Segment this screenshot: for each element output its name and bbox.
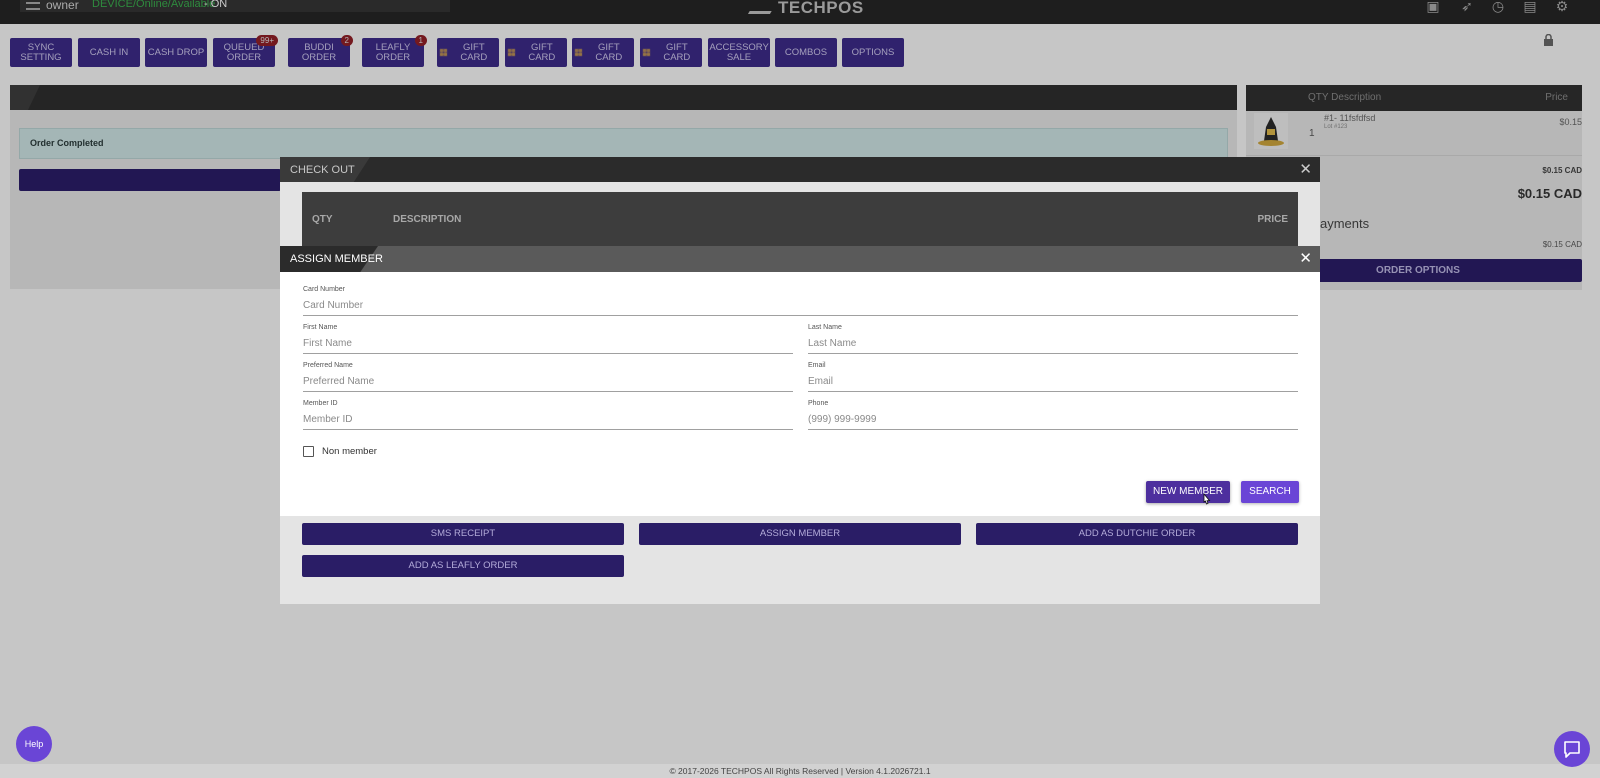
first-name-field: First Name	[303, 324, 793, 354]
new-member-button[interactable]: NEW MEMBER	[1146, 481, 1230, 503]
connection-status: DEVICE/Online/Available	[92, 0, 216, 10]
calendar-icon[interactable]: ▤	[1522, 0, 1538, 13]
user-name: owner	[46, 0, 79, 12]
assign-member-button[interactable]: ASSIGN MEMBER	[639, 523, 961, 545]
field-label: Card Number	[303, 286, 346, 293]
app-logo: TECHPOS	[778, 0, 864, 17]
sms-receipt-button[interactable]: SMS RECEIPT	[302, 523, 624, 545]
preferred-name-field: Preferred Name	[303, 362, 793, 392]
email-field: Email	[808, 362, 1298, 392]
email-input[interactable]	[808, 372, 1298, 392]
chat-button[interactable]	[1554, 731, 1590, 767]
video-icon[interactable]: ▣	[1425, 0, 1441, 13]
logo-icon	[747, 0, 779, 14]
user-status-area	[20, 0, 450, 12]
checkout-header: CHECK OUT ✕	[280, 157, 1320, 182]
phone-input[interactable]	[808, 410, 1298, 430]
close-icon[interactable]: ✕	[1299, 249, 1312, 267]
mouse-cursor-icon	[1203, 493, 1211, 505]
preferred-name-input[interactable]	[303, 372, 793, 392]
field-label: Preferred Name	[303, 362, 353, 369]
assign-member-title: ASSIGN MEMBER	[290, 253, 383, 265]
chat-icon	[1564, 741, 1580, 758]
close-icon[interactable]: ✕	[1299, 160, 1312, 178]
gear-icon[interactable]: ⚙	[1554, 0, 1570, 13]
phone-field: Phone	[808, 400, 1298, 430]
member-id-input[interactable]	[303, 410, 793, 430]
member-id-field: Member ID	[303, 400, 793, 430]
checkout-table-header: QTY DESCRIPTION PRICE	[302, 192, 1298, 248]
non-member-checkbox[interactable]	[303, 446, 314, 457]
first-name-input[interactable]	[303, 334, 793, 354]
checkout-title: CHECK OUT	[290, 164, 355, 176]
footer: © 2017-2026 TECHPOS All Rights Reserved …	[0, 764, 1600, 778]
field-label: Email	[808, 362, 826, 369]
add-leafly-order-button[interactable]: ADD AS LEAFLY ORDER	[302, 555, 624, 577]
column-description: DESCRIPTION	[393, 214, 462, 225]
assign-member-header: ASSIGN MEMBER ✕	[280, 246, 1320, 272]
add-dutchie-order-button[interactable]: ADD AS DUTCHIE ORDER	[976, 523, 1298, 545]
search-button[interactable]: SEARCH	[1241, 481, 1299, 503]
field-label: Last Name	[808, 324, 842, 331]
menu-icon[interactable]	[26, 2, 40, 10]
last-name-input[interactable]	[808, 334, 1298, 354]
assign-member-modal: ASSIGN MEMBER ✕ Card Number First Name L…	[280, 246, 1320, 516]
field-label: First Name	[303, 324, 338, 331]
top-bar: owner DEVICE/Online/Available - ON TECHP…	[0, 0, 1600, 24]
rocket-icon[interactable]: ➶	[1459, 0, 1475, 13]
online-flag: - ON	[204, 0, 228, 10]
field-label: Member ID	[303, 400, 338, 407]
card-number-field: Card Number	[303, 286, 1298, 316]
help-button[interactable]: Help	[16, 726, 52, 762]
column-price: PRICE	[1257, 214, 1288, 225]
card-number-input[interactable]	[303, 296, 1298, 316]
last-name-field: Last Name	[808, 324, 1298, 354]
non-member-label: Non member	[322, 446, 377, 457]
field-label: Phone	[808, 400, 829, 407]
column-qty: QTY	[312, 214, 333, 225]
clock-icon[interactable]: ◷	[1490, 0, 1506, 13]
